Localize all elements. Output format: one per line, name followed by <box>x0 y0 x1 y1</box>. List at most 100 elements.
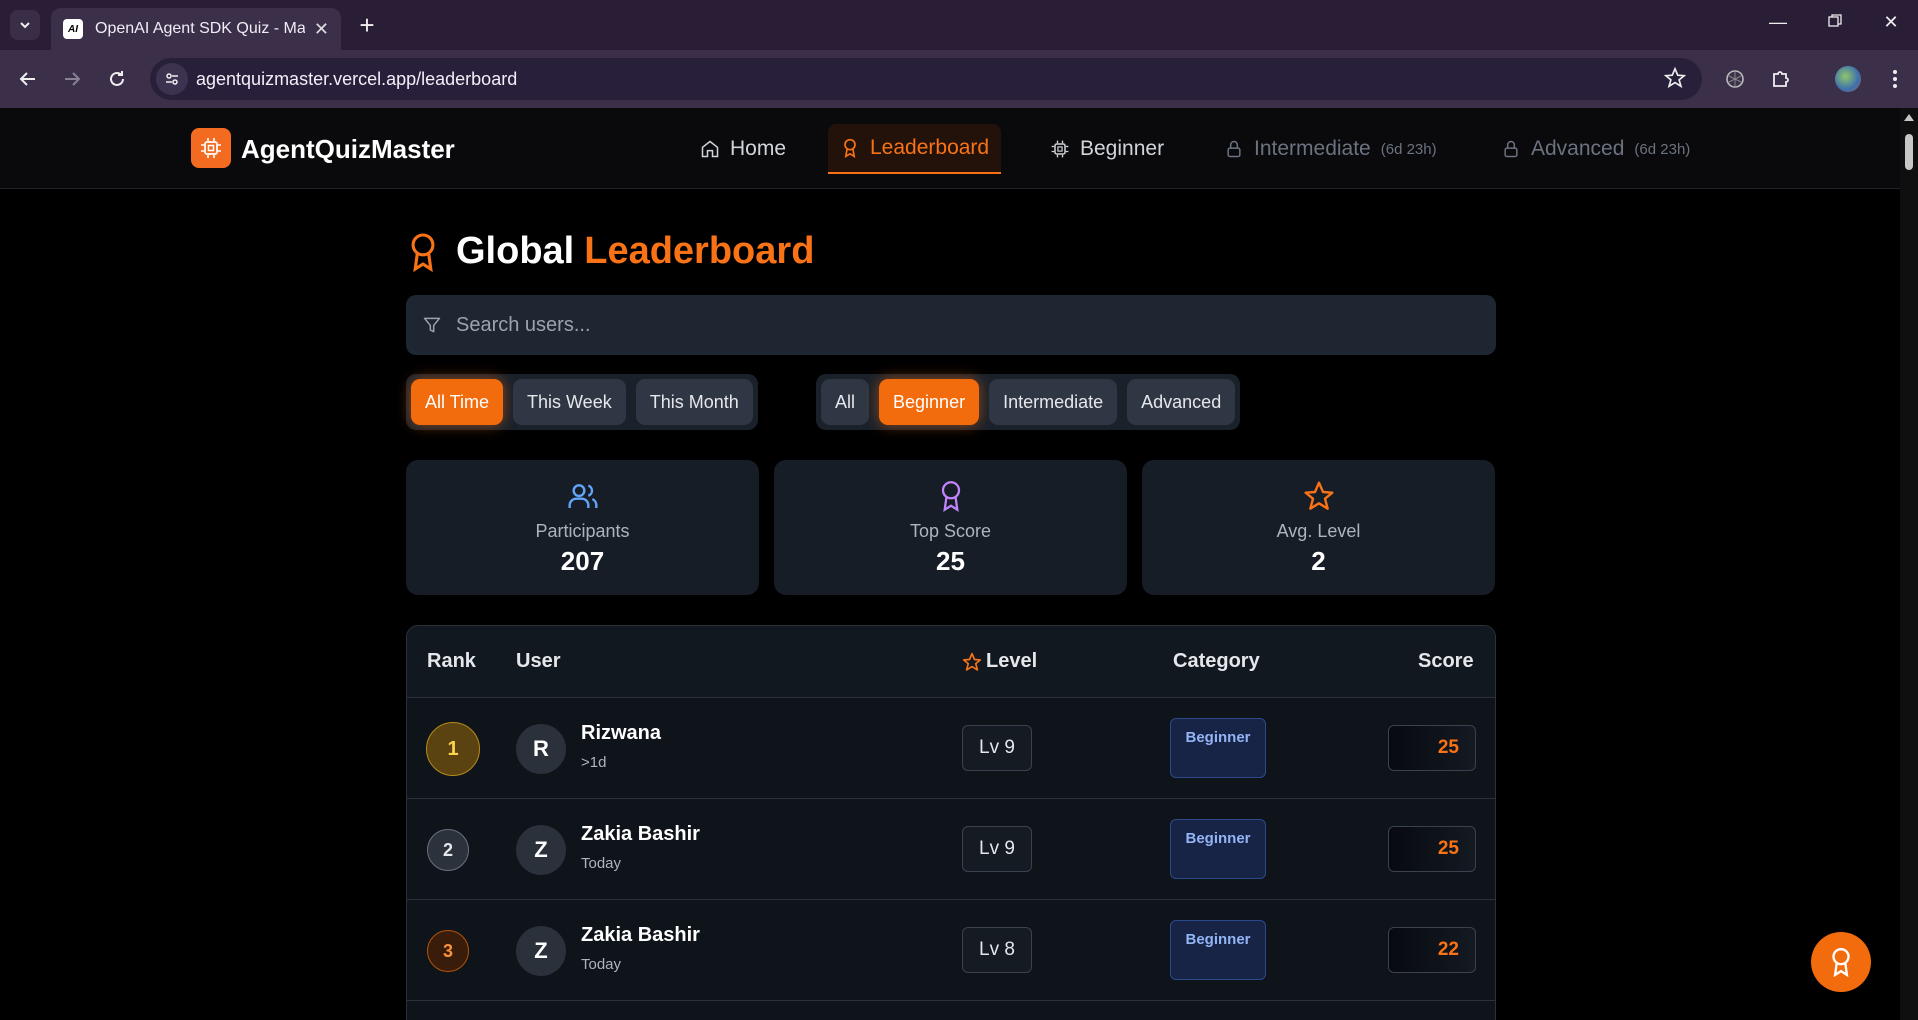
search-input[interactable] <box>456 295 1476 355</box>
table-row[interactable]: 1 R Rizwana >1d Lv 9 Beginner 25 <box>407 698 1495 799</box>
table-row[interactable]: 2 Z Zakia Bashir Today Lv 9 Beginner 25 <box>407 799 1495 900</box>
tab-favicon-icon: AI <box>63 19 83 39</box>
column-rank[interactable]: Rank <box>427 650 476 673</box>
table-header: Rank User Level Category Score <box>407 626 1495 698</box>
stat-top-score-label: Top Score <box>909 521 992 541</box>
level-badge: Lv 8 <box>962 927 1032 973</box>
award-icon <box>1832 947 1850 977</box>
nav-intermediate-countdown: (6d 23h) <box>1380 140 1437 158</box>
level-badge: Lv 9 <box>962 826 1032 872</box>
nav-home[interactable]: Home <box>688 124 798 174</box>
browser-tab-active[interactable]: AI OpenAI Agent SDK Quiz - Mastery ✕ <box>51 8 341 50</box>
nav-beginner[interactable]: Beginner <box>1038 124 1176 174</box>
tab-title: OpenAI Agent SDK Quiz - Mastery <box>95 20 305 37</box>
nav-intermediate[interactable]: Intermediate (6d 23h) <box>1212 124 1449 174</box>
app-header: AgentQuizMaster Home Leaderboard Beginne… <box>0 108 1900 189</box>
page-title: Global Leaderboard <box>406 230 814 273</box>
user-name[interactable]: Zakia Bashir <box>581 924 700 947</box>
filter-all-time-button[interactable]: All Time <box>411 379 504 425</box>
user-name[interactable]: Rizwana <box>581 722 661 745</box>
extension-icon[interactable] <box>1720 64 1750 94</box>
award-icon <box>411 232 435 272</box>
score-value: 25 <box>1388 725 1476 771</box>
rank-badge-bronze: 3 <box>427 930 469 972</box>
tab-close-icon[interactable]: ✕ <box>314 19 329 39</box>
filter-this-month-button[interactable]: This Month <box>635 379 753 425</box>
user-name[interactable]: Zakia Bashir <box>581 823 700 846</box>
profile-avatar[interactable] <box>1833 64 1863 94</box>
app-logo-text[interactable]: AgentQuizMaster <box>241 134 455 165</box>
category-badge: Beginner <box>1170 819 1266 879</box>
new-tab-button[interactable]: + <box>352 10 382 40</box>
site-info-icon[interactable] <box>156 63 188 95</box>
filter-all-levels-button[interactable]: All <box>821 379 870 425</box>
page-title-text-2: Leaderboard <box>584 230 815 272</box>
floating-leaderboard-button[interactable] <box>1811 932 1871 992</box>
star-icon <box>1303 481 1334 510</box>
stat-card-participants: Participants 207 <box>406 460 759 595</box>
back-icon[interactable] <box>13 64 43 94</box>
rank-badge-gold: 1 <box>426 722 480 776</box>
cpu-icon <box>1051 140 1069 158</box>
table-row[interactable]: 3 Z Zakia Bashir Today Lv 8 Beginner 22 <box>407 900 1495 1001</box>
tab-search-button[interactable] <box>10 10 40 40</box>
scroll-thumb[interactable] <box>1905 134 1913 170</box>
column-score[interactable]: Score <box>1418 650 1474 673</box>
filter-advanced-button[interactable]: Advanced <box>1127 379 1236 425</box>
score-value: 22 <box>1388 927 1476 973</box>
column-level-label: Level <box>986 650 1038 672</box>
address-bar[interactable]: agentquizmaster.vercel.app/leaderboard <box>150 58 1702 100</box>
rank-badge-silver: 2 <box>427 829 469 871</box>
nav-leaderboard-label: Leaderboard <box>870 136 990 159</box>
stat-participants-value: 207 <box>560 546 605 576</box>
nav-advanced[interactable]: Advanced (6d 23h) <box>1489 124 1702 174</box>
nav-advanced-label: Advanced <box>1531 137 1625 160</box>
puzzle-extensions-icon[interactable] <box>1766 64 1796 94</box>
search-bar[interactable] <box>406 295 1496 355</box>
column-user[interactable]: User <box>516 650 560 673</box>
leaderboard-table: Rank User Level Category Score 1 R Rizwa… <box>406 625 1496 1020</box>
star-icon <box>962 652 982 671</box>
scroll-up-arrow-icon[interactable] <box>1904 114 1914 121</box>
chevron-down-icon <box>20 22 30 29</box>
browser-toolbar: agentquizmaster.vercel.app/leaderboard <box>0 50 1918 108</box>
filter-this-week-button[interactable]: This Week <box>513 379 626 425</box>
user-last-active: Today <box>581 855 622 872</box>
page-title-text-1: Global <box>456 230 575 272</box>
column-category[interactable]: Category <box>1173 650 1260 673</box>
stat-participants-label: Participants <box>535 521 630 541</box>
filter-icon <box>423 317 441 333</box>
filter-intermediate-button[interactable]: Intermediate <box>989 379 1118 425</box>
award-icon <box>844 138 856 158</box>
url-text: agentquizmaster.vercel.app/leaderboard <box>196 69 518 89</box>
home-icon <box>701 140 719 158</box>
reload-icon[interactable] <box>102 64 132 94</box>
restore-icon[interactable] <box>1820 12 1850 38</box>
chip-logo-icon[interactable] <box>191 128 231 168</box>
user-last-active: >1d <box>581 754 607 771</box>
category-badge: Beginner <box>1170 718 1266 778</box>
lock-icon <box>1227 140 1241 158</box>
category-badge: Beginner <box>1170 920 1266 980</box>
filter-beginner-button[interactable]: Beginner <box>879 379 980 425</box>
avatar: R <box>516 724 566 774</box>
forward-icon[interactable] <box>57 64 87 94</box>
lock-icon <box>1504 140 1518 158</box>
nav-home-label: Home <box>730 137 787 160</box>
bookmark-star-icon[interactable] <box>1663 66 1687 94</box>
level-filter-group: All Beginner Intermediate Advanced <box>816 374 1241 430</box>
level-badge: Lv 9 <box>962 725 1032 771</box>
menu-kebab-icon[interactable] <box>1880 64 1910 94</box>
stat-card-top-score: Top Score 25 <box>774 460 1127 595</box>
time-filter-group: All Time This Week This Month <box>406 374 758 430</box>
minimize-icon[interactable]: — <box>1763 12 1793 38</box>
avatar: Z <box>516 825 566 875</box>
page-scrollbar[interactable] <box>1900 108 1918 1020</box>
award-icon <box>941 481 960 513</box>
users-icon <box>567 484 598 508</box>
column-level[interactable]: Level <box>962 650 1037 673</box>
stat-card-avg-level: Avg. Level 2 <box>1142 460 1495 595</box>
close-window-icon[interactable]: ✕ <box>1876 12 1906 38</box>
nav-leaderboard[interactable]: Leaderboard <box>828 124 1002 174</box>
nav-intermediate-label: Intermediate <box>1254 137 1371 160</box>
